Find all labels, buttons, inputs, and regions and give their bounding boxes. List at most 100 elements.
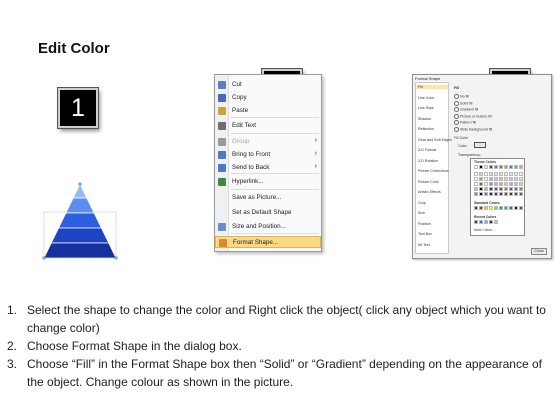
- color-swatch[interactable]: [489, 220, 493, 224]
- color-swatch[interactable]: [514, 206, 518, 210]
- color-swatch[interactable]: [509, 177, 513, 181]
- color-swatch[interactable]: [484, 187, 488, 191]
- color-swatch[interactable]: [504, 165, 508, 169]
- color-swatch[interactable]: [509, 165, 513, 169]
- dialog-sidebar-item[interactable]: Picture Color: [418, 180, 439, 184]
- dialog-sidebar-item[interactable]: Crop: [418, 201, 426, 205]
- color-swatch[interactable]: [484, 192, 488, 196]
- color-swatch[interactable]: [499, 187, 503, 191]
- menu-item-bring-to-front[interactable]: Bring to Front ›: [215, 149, 321, 161]
- color-swatch[interactable]: [489, 172, 493, 176]
- more-colors-link[interactable]: More Colors...: [474, 228, 495, 232]
- color-swatch[interactable]: [499, 177, 503, 181]
- color-swatch[interactable]: [494, 177, 498, 181]
- color-swatch[interactable]: [474, 172, 478, 176]
- color-swatch[interactable]: [494, 220, 498, 224]
- color-swatch[interactable]: [509, 187, 513, 191]
- fill-option-radio[interactable]: Pattern fill: [454, 120, 476, 125]
- dialog-sidebar-item[interactable]: 3-D Rotation: [418, 159, 438, 163]
- pyramid-layer[interactable]: [43, 242, 117, 259]
- menu-item-copy[interactable]: Copy: [215, 92, 321, 104]
- color-swatch[interactable]: [484, 172, 488, 176]
- menu-item-edit-text[interactable]: Edit Text: [215, 120, 321, 132]
- color-swatch[interactable]: [514, 177, 518, 181]
- color-swatch[interactable]: [504, 206, 508, 210]
- color-swatch[interactable]: [504, 172, 508, 176]
- color-swatch[interactable]: [509, 182, 513, 186]
- color-swatch[interactable]: [509, 172, 513, 176]
- selection-handle[interactable]: [42, 256, 46, 260]
- color-swatch[interactable]: [489, 206, 493, 210]
- color-swatch[interactable]: [484, 165, 488, 169]
- color-swatch[interactable]: [474, 182, 478, 186]
- color-swatch[interactable]: [489, 177, 493, 181]
- color-swatch[interactable]: [519, 172, 523, 176]
- color-swatch[interactable]: [489, 192, 493, 196]
- dialog-sidebar-item[interactable]: Line Color: [418, 96, 434, 100]
- close-button[interactable]: Close: [531, 248, 547, 255]
- color-swatch[interactable]: [479, 172, 483, 176]
- color-swatch[interactable]: [479, 206, 483, 210]
- dialog-sidebar-item[interactable]: Fill: [416, 85, 448, 89]
- color-swatch[interactable]: [479, 187, 483, 191]
- color-swatch[interactable]: [479, 165, 483, 169]
- menu-item-paste[interactable]: Paste: [215, 105, 321, 117]
- color-swatch[interactable]: [479, 220, 483, 224]
- color-swatch[interactable]: [494, 187, 498, 191]
- dialog-sidebar-item[interactable]: Shadow: [418, 117, 431, 121]
- dialog-sidebar-item[interactable]: Glow and Soft Edges: [418, 138, 452, 142]
- fill-option-radio[interactable]: No fill: [454, 94, 469, 99]
- color-swatch[interactable]: [514, 192, 518, 196]
- color-swatch[interactable]: [499, 182, 503, 186]
- color-swatch[interactable]: [519, 192, 523, 196]
- pyramid-layer[interactable]: [50, 227, 110, 244]
- menu-item-send-to-back[interactable]: Send to Back ›: [215, 162, 321, 174]
- selection-handle[interactable]: [78, 182, 82, 186]
- color-swatch[interactable]: [474, 177, 478, 181]
- color-swatch[interactable]: [514, 187, 518, 191]
- pyramid-shape[interactable]: [40, 182, 120, 260]
- dialog-sidebar-item[interactable]: Alt Text: [418, 243, 430, 247]
- color-swatch[interactable]: [474, 220, 478, 224]
- color-swatch[interactable]: [484, 177, 488, 181]
- color-swatch[interactable]: [519, 165, 523, 169]
- color-swatch[interactable]: [509, 192, 513, 196]
- color-swatch[interactable]: [474, 165, 478, 169]
- pyramid-layer[interactable]: [57, 212, 103, 229]
- color-swatch[interactable]: [499, 206, 503, 210]
- color-swatch[interactable]: [519, 182, 523, 186]
- color-swatch[interactable]: [514, 165, 518, 169]
- color-swatch[interactable]: [519, 177, 523, 181]
- color-swatch[interactable]: [494, 192, 498, 196]
- color-swatch[interactable]: [494, 172, 498, 176]
- color-swatch[interactable]: [479, 192, 483, 196]
- menu-item-cut[interactable]: Cut: [215, 79, 321, 91]
- color-swatch[interactable]: [504, 192, 508, 196]
- fill-option-radio[interactable]: Picture or texture fill: [454, 114, 492, 119]
- color-swatch[interactable]: [474, 187, 478, 191]
- fill-option-radio[interactable]: Gradient fill: [454, 107, 478, 112]
- color-swatch[interactable]: [504, 177, 508, 181]
- menu-item-group[interactable]: Group ›: [215, 136, 321, 148]
- color-swatch[interactable]: [514, 172, 518, 176]
- dialog-sidebar-item[interactable]: Text Box: [418, 232, 432, 236]
- color-swatch[interactable]: [499, 192, 503, 196]
- menu-item-save-as-picture[interactable]: Save as Picture...: [215, 192, 321, 204]
- pyramid-layer[interactable]: [72, 183, 88, 199]
- color-swatch[interactable]: [489, 187, 493, 191]
- color-swatch[interactable]: [504, 182, 508, 186]
- pyramid-layer[interactable]: [65, 197, 95, 214]
- dialog-sidebar-item[interactable]: Position: [418, 222, 431, 226]
- color-swatch[interactable]: [499, 172, 503, 176]
- dialog-sidebar-item[interactable]: Reflection: [418, 127, 434, 131]
- color-swatch[interactable]: [494, 182, 498, 186]
- dialog-sidebar-item[interactable]: Line Style: [418, 106, 434, 110]
- menu-item-set-as-default-shape[interactable]: Set as Default Shape: [215, 207, 321, 219]
- color-swatch[interactable]: [519, 206, 523, 210]
- color-swatch[interactable]: [484, 206, 488, 210]
- menu-item-size-and-position[interactable]: Size and Position...: [215, 221, 321, 233]
- color-swatch[interactable]: [509, 206, 513, 210]
- color-swatch[interactable]: [494, 165, 498, 169]
- color-swatch[interactable]: [479, 182, 483, 186]
- color-swatch[interactable]: [474, 206, 478, 210]
